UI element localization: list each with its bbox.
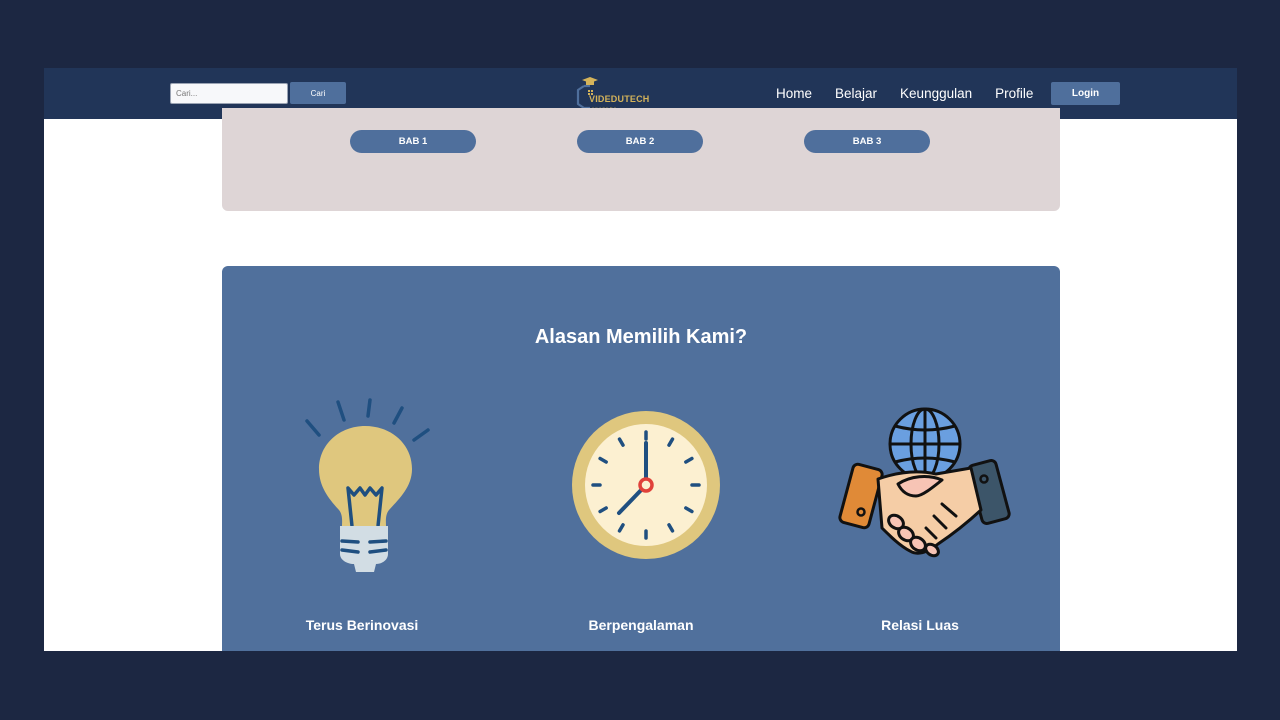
- chapter-panel: BAB 1 BAB 2 BAB 3: [222, 108, 1060, 211]
- why-us-title: Alasan Memilih Kami?: [534, 326, 748, 348]
- why-us-section: Alasan Memilih Kami? Terus Berinovasi Be…: [222, 266, 1060, 651]
- nav-links: Home Belajar Keunggulan Profile: [776, 86, 1056, 101]
- handshake-globe-icon: [838, 407, 1011, 558]
- lightbulb-icon: [305, 398, 430, 572]
- search-input[interactable]: [170, 83, 288, 104]
- feature-label-experience: Berpengalaman: [588, 617, 694, 633]
- feature-label-relations: Relasi Luas: [881, 617, 959, 633]
- login-button[interactable]: Login: [1051, 82, 1120, 105]
- bab-2-button[interactable]: BAB 2: [577, 130, 703, 153]
- nav-link-belajar[interactable]: Belajar: [835, 86, 877, 101]
- nav-link-profile[interactable]: Profile: [995, 86, 1033, 101]
- search-button[interactable]: Cari: [290, 82, 346, 104]
- logo-text: VIDEDUTECH: [589, 94, 650, 104]
- nav-link-keunggulan[interactable]: Keunggulan: [900, 86, 972, 101]
- bab-3-button[interactable]: BAB 3: [804, 130, 930, 153]
- bab-1-button[interactable]: BAB 1: [350, 130, 476, 153]
- clock-icon: [572, 411, 720, 559]
- nav-link-home[interactable]: Home: [776, 86, 812, 101]
- feature-label-innovation: Terus Berinovasi: [305, 617, 419, 633]
- browser-viewport: Cari VIDEDUTECH ACADEMY Home Belajar Keu…: [44, 68, 1237, 651]
